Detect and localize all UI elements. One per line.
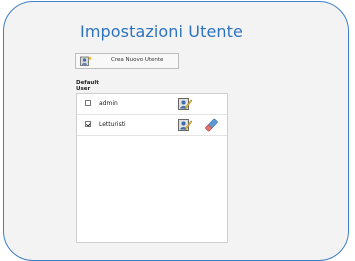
user-list: admin Letturisti (76, 93, 228, 243)
group-label-line-2: User (76, 86, 91, 92)
create-user-button[interactable]: Crea Nuovo Utente (75, 53, 179, 69)
user-name: Letturisti (99, 121, 126, 128)
user-name: admin (99, 100, 118, 107)
create-user-label: Crea Nuovo Utente (111, 57, 164, 63)
list-item[interactable]: admin (77, 94, 227, 115)
list-item[interactable]: Letturisti (77, 115, 227, 136)
add-user-icon (80, 56, 92, 66)
user-checkbox-checked[interactable] (85, 121, 91, 127)
edit-user-icon[interactable] (178, 97, 193, 111)
settings-panel: Impostazioni Utente Crea Nuovo Utente De… (3, 1, 349, 261)
edit-user-icon[interactable] (178, 118, 193, 132)
page-title: Impostazioni Utente (80, 22, 243, 41)
eraser-icon[interactable] (204, 118, 219, 132)
user-group-label: Default User (76, 80, 99, 92)
user-checkbox[interactable] (85, 100, 91, 106)
